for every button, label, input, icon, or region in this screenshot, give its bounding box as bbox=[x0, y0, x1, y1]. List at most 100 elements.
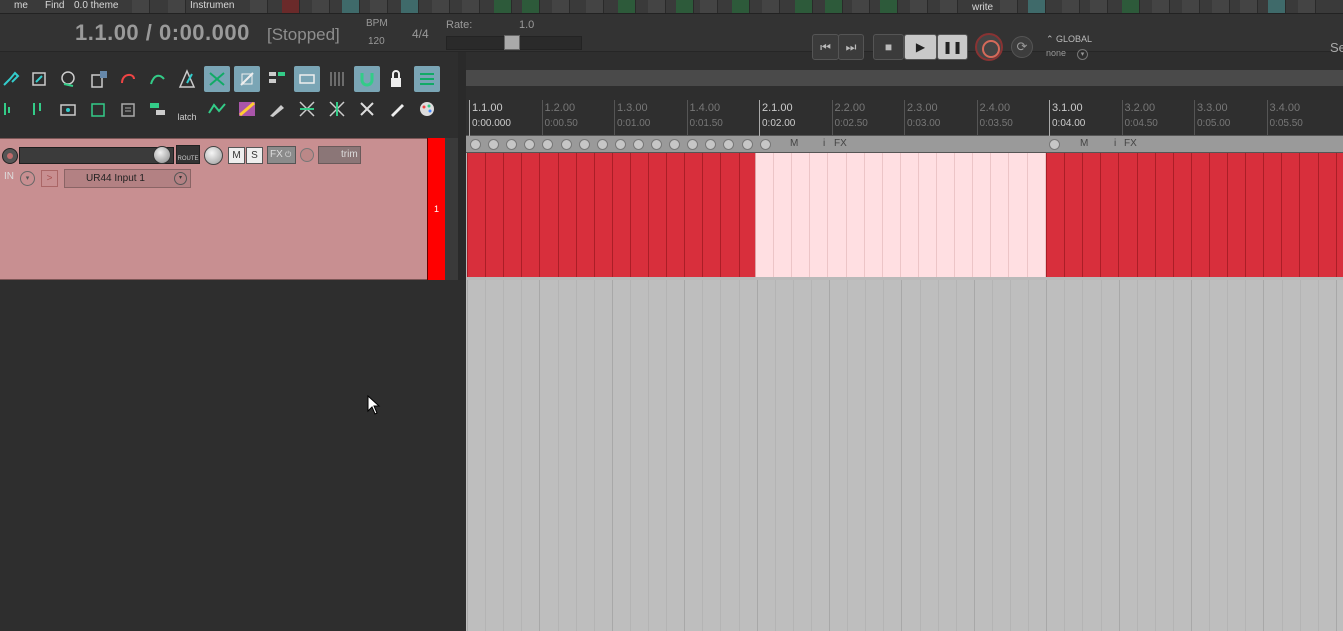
item-fx-button[interactable]: FX bbox=[834, 138, 847, 149]
curve2-icon[interactable] bbox=[586, 0, 604, 13]
mute-button[interactable]: M bbox=[228, 147, 245, 164]
item-knob-icon[interactable] bbox=[741, 139, 753, 150]
find-button[interactable]: Find bbox=[45, 0, 64, 13]
ripple-icon[interactable] bbox=[55, 66, 81, 92]
stop-button[interactable]: ■ bbox=[873, 34, 904, 60]
mixer-grid-icon[interactable] bbox=[414, 66, 440, 92]
cloud-icon[interactable] bbox=[762, 0, 780, 13]
folder-icon[interactable] bbox=[250, 0, 268, 13]
metronome-toolbar-icon[interactable] bbox=[174, 66, 200, 92]
chevron-down-icon[interactable]: ▾ bbox=[20, 171, 35, 186]
metronome-icon[interactable] bbox=[132, 0, 150, 13]
wave2-icon[interactable] bbox=[910, 0, 928, 13]
l-icon[interactable] bbox=[1028, 0, 1046, 13]
ruler-region-bar[interactable] bbox=[466, 70, 1343, 86]
quarter-note-icon[interactable] bbox=[1152, 0, 1170, 13]
fx-button[interactable]: FX ⏻ bbox=[267, 146, 296, 164]
volume-knob[interactable] bbox=[153, 146, 171, 164]
note-up-icon[interactable] bbox=[852, 0, 870, 13]
chevron-down-icon[interactable]: ▾ bbox=[1077, 49, 1088, 60]
ripple-all-icon[interactable] bbox=[294, 66, 320, 92]
split-items-icon[interactable] bbox=[26, 66, 52, 92]
split-cut2-icon[interactable] bbox=[324, 96, 350, 122]
scissors-icon[interactable] bbox=[354, 96, 380, 122]
bpm-value[interactable]: 120 bbox=[368, 36, 385, 47]
thirtysecond-note-icon[interactable] bbox=[1240, 0, 1258, 13]
route-button[interactable]: ROUTE bbox=[176, 145, 200, 164]
grid-hand-icon[interactable] bbox=[264, 66, 290, 92]
item-lock-icon[interactable] bbox=[86, 66, 112, 92]
position-display[interactable]: 1.1.00 / 0:00.000 bbox=[75, 20, 250, 46]
track-manager-icon[interactable] bbox=[85, 96, 111, 122]
theme-palette-icon[interactable] bbox=[414, 96, 440, 122]
clip-icon[interactable] bbox=[1122, 0, 1140, 13]
item-knob-icon[interactable] bbox=[632, 139, 644, 150]
global-automation-value[interactable]: none bbox=[1046, 48, 1066, 58]
midi-icon[interactable] bbox=[432, 0, 450, 13]
item-knob-icon[interactable] bbox=[759, 139, 771, 150]
track-number[interactable]: 1 bbox=[427, 138, 445, 280]
envelope-icon[interactable] bbox=[462, 0, 480, 13]
monitor-button[interactable]: > bbox=[41, 170, 58, 187]
region-manager-icon[interactable] bbox=[115, 96, 141, 122]
pencil-icon[interactable] bbox=[264, 96, 290, 122]
item-knob-icon[interactable] bbox=[651, 139, 662, 150]
arrange-empty-area[interactable] bbox=[466, 280, 1343, 631]
note-last-icon[interactable] bbox=[1298, 0, 1316, 13]
solo-button[interactable]: S bbox=[246, 147, 263, 164]
theme-button[interactable]: 0.0 theme bbox=[74, 0, 118, 13]
mixer-icon[interactable] bbox=[312, 0, 330, 13]
item-mute-button[interactable]: M bbox=[1080, 138, 1088, 149]
split-cut-icon[interactable] bbox=[294, 96, 320, 122]
item-fx-button[interactable]: FX bbox=[1124, 138, 1137, 149]
sixteenth-note-icon[interactable] bbox=[1212, 0, 1230, 13]
time-signature[interactable]: 4/4 bbox=[412, 27, 429, 41]
item-info-button[interactable]: i bbox=[1114, 138, 1116, 149]
rate-slider-thumb[interactable] bbox=[504, 35, 520, 50]
auto-crossfade-icon[interactable] bbox=[204, 66, 230, 92]
note-active-icon[interactable] bbox=[1268, 0, 1286, 13]
input-selector[interactable]: UR44 Input 1 bbox=[64, 169, 191, 188]
item-knob-icon[interactable] bbox=[596, 139, 608, 150]
eighth-note-icon[interactable] bbox=[1182, 0, 1200, 13]
write-mode[interactable]: write bbox=[972, 2, 993, 13]
item-knob-icon[interactable] bbox=[560, 139, 572, 150]
skip-forward-button[interactable]: ⏭ bbox=[838, 34, 864, 60]
spark-icon[interactable] bbox=[880, 0, 898, 13]
routing-matrix-icon[interactable] bbox=[55, 96, 81, 122]
item-knob-icon[interactable] bbox=[1049, 139, 1060, 150]
pause-button[interactable]: ❚❚ bbox=[937, 34, 968, 60]
eq-icon[interactable] bbox=[342, 0, 360, 13]
item-knob-icon[interactable] bbox=[578, 139, 590, 150]
loop-button[interactable]: ⟳ bbox=[1011, 36, 1033, 58]
link-icon[interactable] bbox=[234, 66, 260, 92]
grid-snap-icon[interactable] bbox=[0, 66, 24, 92]
node-icon[interactable] bbox=[494, 0, 512, 13]
trim-automation-button[interactable]: trim bbox=[318, 146, 361, 164]
record-button[interactable] bbox=[975, 33, 1003, 61]
route-icon[interactable] bbox=[732, 0, 750, 13]
item-info-button[interactable]: i bbox=[823, 138, 825, 149]
item-knob-icon[interactable] bbox=[470, 139, 481, 150]
item-mute-button[interactable]: M bbox=[790, 138, 798, 149]
node4-icon[interactable] bbox=[1090, 0, 1108, 13]
track-name-field[interactable] bbox=[19, 147, 174, 164]
glue-icon[interactable] bbox=[384, 96, 410, 122]
wave-icon[interactable] bbox=[795, 0, 813, 13]
curve-icon[interactable] bbox=[552, 0, 570, 13]
timeline-ruler[interactable]: 1.1.00 0:00.000 1.2.00 0:00.50 1.3.00 0:01.00… bbox=[466, 100, 1343, 136]
envelope-points-icon[interactable] bbox=[145, 66, 171, 92]
loop2-icon[interactable] bbox=[676, 0, 694, 13]
explode-icon[interactable] bbox=[282, 0, 300, 13]
wave3-icon[interactable] bbox=[1000, 0, 1018, 13]
media-explorer-icon[interactable] bbox=[145, 96, 171, 122]
note-add-icon[interactable] bbox=[825, 0, 843, 13]
midi-editor-icon[interactable] bbox=[0, 96, 22, 122]
snap-magnet-icon[interactable] bbox=[354, 66, 380, 92]
fx-browser-icon[interactable] bbox=[25, 96, 51, 122]
phase-button[interactable] bbox=[300, 148, 314, 162]
node2-icon[interactable] bbox=[522, 0, 540, 13]
latch-mode-button[interactable]: latch bbox=[174, 96, 200, 122]
add-icon[interactable] bbox=[618, 0, 636, 13]
color-picker-icon[interactable] bbox=[234, 96, 260, 122]
